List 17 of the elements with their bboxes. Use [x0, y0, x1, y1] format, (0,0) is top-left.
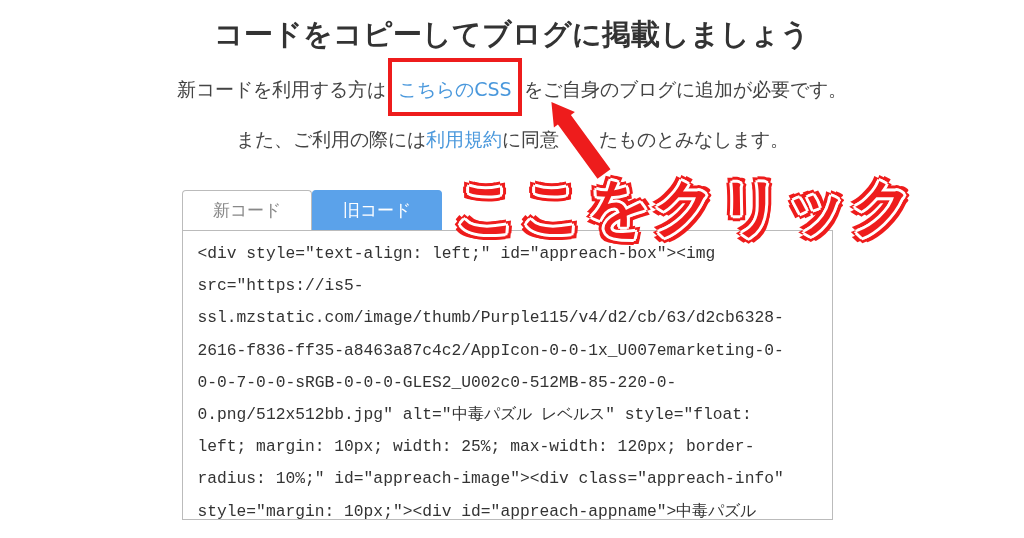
css-notice: 新コードを利用する方は こちらのCSS をご自身のブログに追加が必要です。	[177, 76, 847, 102]
callout-text: ここをクリック	[455, 172, 917, 242]
page-heading: コードをコピーしてブログに掲載しましょう	[214, 16, 810, 53]
code-line: src="https://is5-	[197, 275, 365, 298]
code-tab[interactable]: 旧コード	[311, 190, 442, 230]
code-line: ssl.mzstatic.com/image/thumb/Purple115/v4/d2/cb/63/d2cb6328-	[197, 307, 785, 330]
code-line: 0-0-7-0-0-sRGB-0-0-0-GLES2_U002c0-512MB-85-220-0-	[197, 371, 678, 394]
terms-link[interactable]: 利用規約	[425, 128, 502, 150]
code-line: radius: 10%;" id="appreach-image"><div class="appreach-info"	[197, 468, 785, 491]
code-line: style="margin: 10px;"><div id="appreach-appname">中毒パズル	[197, 500, 758, 519]
code-line: 2616-f836-ff35-a8463a87c4c2/AppIcon-0-0-1x_U007emarketing-0-	[197, 339, 785, 362]
code-line: 0.png/512x512bb.jpg" alt="中毒パズル レベルス" style="float:	[197, 404, 753, 426]
css-link[interactable]: こちらのCSS	[398, 78, 512, 100]
code-line: <div style="text-align: left;" id="appreach-box"><img	[197, 243, 717, 265]
code-tab[interactable]: 新コード	[181, 190, 312, 230]
code-line: left; margin: 10px; width: 25%; max-width: 120px; border-	[197, 436, 756, 459]
terms-notice: また、ご利用の際には利用規約に同意 たものとみなします。	[235, 126, 789, 152]
